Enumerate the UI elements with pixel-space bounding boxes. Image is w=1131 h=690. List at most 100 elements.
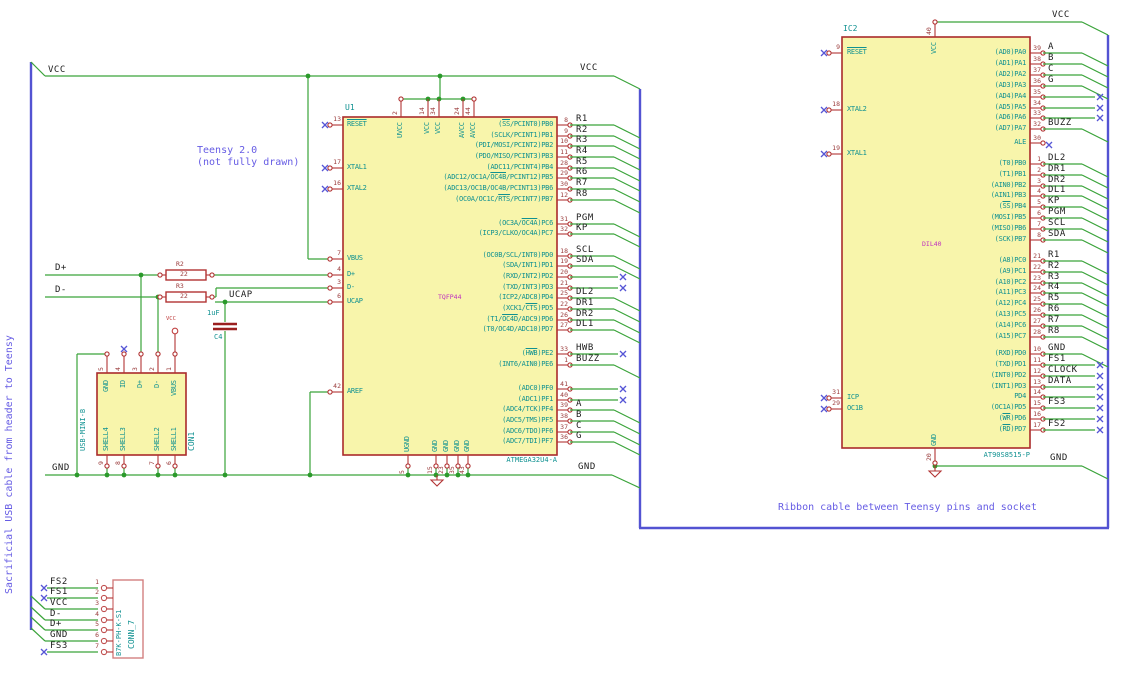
u1-pin-number: 9 <box>564 127 568 135</box>
net-label-dr1[interactable]: DR1 <box>576 299 594 308</box>
net-label-d-[interactable]: D- <box>50 610 62 619</box>
ic2-part-name[interactable]: AT90S8515-P <box>984 452 1030 459</box>
net-label-data[interactable]: DATA <box>1048 377 1072 386</box>
ic2-reference[interactable]: IC2 <box>843 25 857 33</box>
conn7-part-name[interactable]: B7K-PH-K-S1 <box>115 610 123 656</box>
net-label-dr1[interactable]: DR1 <box>1048 165 1066 174</box>
net-label-vcc-ic2[interactable]: VCC <box>1052 11 1070 20</box>
net-label-r8[interactable]: R8 <box>576 190 588 199</box>
net-label-r3[interactable]: R3 <box>576 136 588 145</box>
net-label-dminus[interactable]: D- <box>55 286 67 295</box>
ic2-pin-name: (AD7)PA7 <box>994 124 1027 132</box>
net-label-fs2[interactable]: FS2 <box>50 578 68 587</box>
net-label-sda[interactable]: SDA <box>1048 230 1066 239</box>
r2-reference[interactable]: R2 <box>176 261 184 268</box>
net-label-c[interactable]: C <box>1048 65 1054 74</box>
net-label-buzz[interactable]: BUZZ <box>1048 119 1072 128</box>
net-label-gnd-right[interactable]: GND <box>578 463 596 472</box>
ic2-pin-number: 16 <box>1033 410 1041 418</box>
net-label-gnd-left[interactable]: GND <box>52 464 70 473</box>
usb-part-name[interactable]: USB-MINI-B <box>79 409 87 451</box>
net-label-r1[interactable]: R1 <box>1048 251 1060 260</box>
net-label-scl[interactable]: SCL <box>576 246 594 255</box>
net-label-d+[interactable]: D+ <box>50 620 62 629</box>
ic2-pin-name: (T0)PB0 <box>998 159 1027 167</box>
conn7-pin-number: 7 <box>95 642 99 650</box>
net-label-fs3[interactable]: FS3 <box>50 642 68 651</box>
net-label-r1[interactable]: R1 <box>576 115 588 124</box>
net-label-dplus[interactable]: D+ <box>55 264 67 273</box>
u1-reference[interactable]: U1 <box>345 104 355 112</box>
net-label-buzz[interactable]: BUZZ <box>576 355 600 364</box>
net-label-r3[interactable]: R3 <box>1048 273 1060 282</box>
ic2-pin-number: 31 <box>832 388 840 396</box>
net-label-pgm[interactable]: PGM <box>576 214 594 223</box>
net-label-gnd[interactable]: GND <box>50 631 68 640</box>
u1-pin-number: 23 <box>437 466 445 474</box>
u1-pin-name: VCC <box>423 122 431 134</box>
ic2-pin-name: (RD)PD7 <box>998 425 1027 433</box>
net-label-r7[interactable]: R7 <box>1048 316 1060 325</box>
net-label-g[interactable]: G <box>1048 76 1054 85</box>
net-label-kp[interactable]: KP <box>576 224 588 233</box>
net-label-gnd[interactable]: GND <box>1048 344 1066 353</box>
u1-pin-name: RESET <box>347 120 367 128</box>
net-label-kp[interactable]: KP <box>1048 197 1060 206</box>
conn7-reference[interactable]: CONN_7 <box>127 620 136 649</box>
net-label-dr2[interactable]: DR2 <box>576 310 594 319</box>
net-label-ucap[interactable]: UCAP <box>229 291 253 300</box>
net-label-a[interactable]: A <box>576 400 582 409</box>
u1-pin-name: (ADC4/TCK)PF4 <box>502 405 553 413</box>
net-label-clock[interactable]: CLOCK <box>1048 366 1078 375</box>
net-label-r4[interactable]: R4 <box>576 147 588 156</box>
net-label-sda[interactable]: SDA <box>576 256 594 265</box>
u1-pin-number: 29 <box>560 169 568 177</box>
c4-reference[interactable]: C4 <box>214 334 222 341</box>
net-label-hwb[interactable]: HWB <box>576 344 594 353</box>
net-label-scl[interactable]: SCL <box>1048 219 1066 228</box>
net-label-r2[interactable]: R2 <box>1048 262 1060 271</box>
net-label-vcc[interactable]: VCC <box>50 599 68 608</box>
u1-part-name[interactable]: ATMEGA32U4-A <box>506 457 557 464</box>
net-label-r4[interactable]: R4 <box>1048 283 1060 292</box>
schematic-canvas[interactable]: VCC D+ D- GND VCC GND UCAP VCC GND U1 IC… <box>0 0 1131 690</box>
net-label-dr2[interactable]: DR2 <box>1048 176 1066 185</box>
vcc-power-symbol-icon <box>171 327 179 335</box>
net-label-fs3[interactable]: FS3 <box>1048 398 1066 407</box>
net-label-r2[interactable]: R2 <box>576 126 588 135</box>
c4-value[interactable]: 1uF <box>207 310 220 317</box>
net-label-r8[interactable]: R8 <box>1048 327 1060 336</box>
r3-value[interactable]: 22 <box>180 293 188 300</box>
ic2-pin-name: (A8)PC0 <box>998 256 1027 264</box>
net-label-vcc-left[interactable]: VCC <box>48 66 66 75</box>
net-label-dl2[interactable]: DL2 <box>576 288 594 297</box>
junction-dot <box>222 472 228 478</box>
ic2-pin-name: (SS)PB4 <box>998 202 1027 210</box>
net-label-r7[interactable]: R7 <box>576 179 588 188</box>
usb-reference[interactable]: CON1 <box>187 432 196 451</box>
net-label-dl1[interactable]: DL1 <box>576 320 594 329</box>
net-label-fs2[interactable]: FS2 <box>1048 420 1066 429</box>
net-label-c[interactable]: C <box>576 422 582 431</box>
net-label-b[interactable]: B <box>576 411 582 420</box>
ic2-pin-name: (TXD)PD1 <box>994 360 1027 368</box>
usb-pin-name: SHELL1 <box>170 427 178 452</box>
r3-reference[interactable]: R3 <box>176 283 184 290</box>
net-label-gnd-ic2[interactable]: GND <box>1050 454 1068 463</box>
net-label-fs1[interactable]: FS1 <box>50 588 68 597</box>
ic2-pin-name: (AD2)PA2 <box>994 70 1027 78</box>
net-label-b[interactable]: B <box>1048 54 1054 63</box>
r2-value[interactable]: 22 <box>180 271 188 278</box>
net-label-r6[interactable]: R6 <box>576 168 588 177</box>
net-label-fs1[interactable]: FS1 <box>1048 355 1066 364</box>
net-label-r5[interactable]: R5 <box>1048 294 1060 303</box>
net-label-vcc-right[interactable]: VCC <box>580 64 598 73</box>
net-label-r5[interactable]: R5 <box>576 158 588 167</box>
net-label-r6[interactable]: R6 <box>1048 305 1060 314</box>
net-label-dl1[interactable]: DL1 <box>1048 186 1066 195</box>
net-label-a[interactable]: A <box>1048 43 1054 52</box>
net-label-pgm[interactable]: PGM <box>1048 208 1066 217</box>
net-label-g[interactable]: G <box>576 432 582 441</box>
wire <box>30 627 46 642</box>
net-label-dl2[interactable]: DL2 <box>1048 154 1066 163</box>
